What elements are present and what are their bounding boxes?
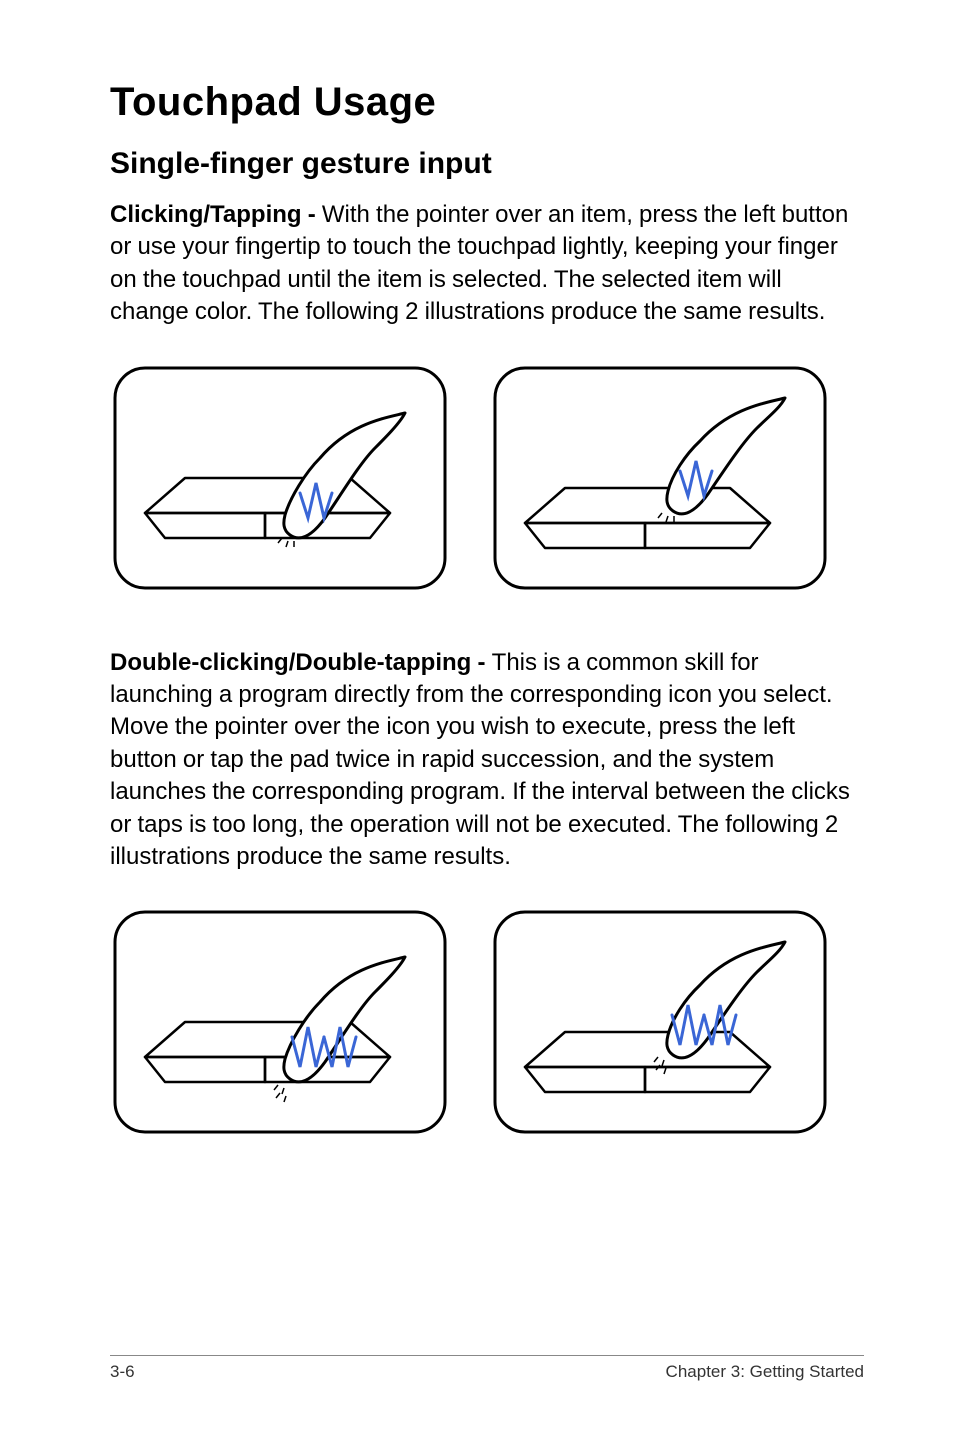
- paragraph-clicking: Clicking/Tapping - With the pointer over…: [110, 199, 864, 329]
- chapter-label: Chapter 3: Getting Started: [666, 1362, 864, 1382]
- body-double-clicking: This is a common skill for launching a p…: [110, 649, 850, 870]
- illustration-row-double-clicking: [110, 907, 864, 1137]
- illustration-double-click-left-button: [110, 907, 450, 1137]
- illustration-click-left-button: [110, 363, 450, 593]
- illustration-tap-surface: [490, 363, 830, 593]
- page-footer: 3-6 Chapter 3: Getting Started: [110, 1355, 864, 1382]
- page-number: 3-6: [110, 1362, 135, 1382]
- page-title: Touchpad Usage: [110, 80, 864, 125]
- illustration-double-tap-surface: [490, 907, 830, 1137]
- paragraph-double-clicking: Double-clicking/Double-tapping - This is…: [110, 647, 864, 874]
- lead-double-clicking: Double-clicking/Double-tapping -: [110, 649, 492, 676]
- lead-clicking: Clicking/Tapping -: [110, 201, 322, 228]
- illustration-row-clicking: [110, 363, 864, 593]
- section-heading: Single-finger gesture input: [110, 147, 864, 181]
- footer-separator: [110, 1355, 864, 1356]
